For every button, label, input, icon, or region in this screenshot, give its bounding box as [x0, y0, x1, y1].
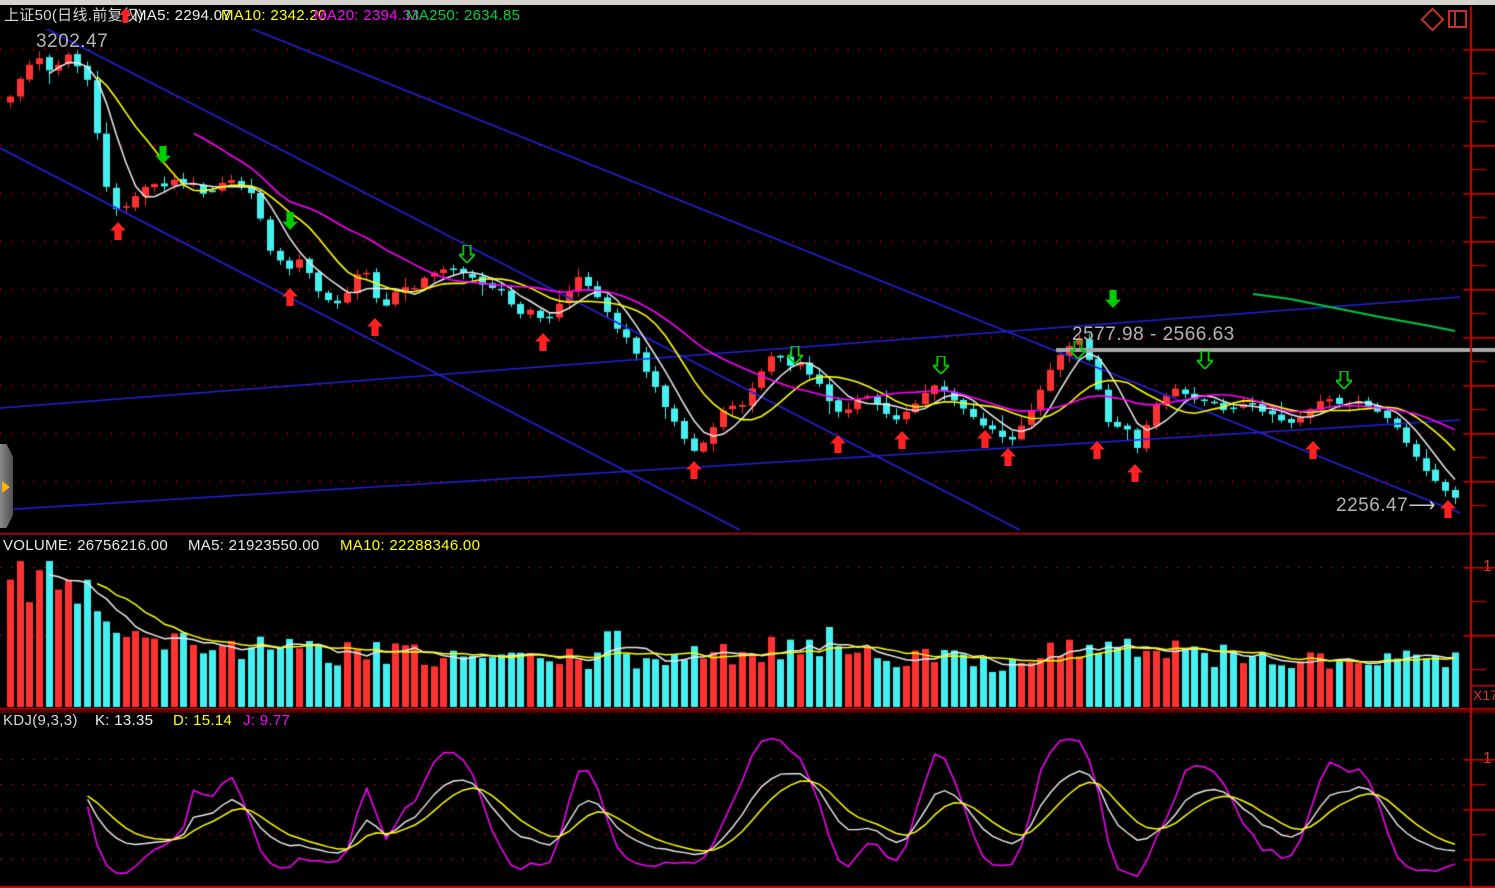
ma5-value-label: MA5: 2294.07 [134, 7, 231, 25]
gap-zone-label: 2577.98 - 2566.63 [1072, 324, 1235, 346]
buy-signal-icon [535, 333, 551, 351]
split-window-icon[interactable] [1448, 10, 1467, 28]
ma250-value-label: MA250: 2634.85 [406, 7, 520, 25]
up-trend-arrow-icon [119, 8, 132, 23]
period-high-label: 3202.47 [36, 31, 108, 53]
window-titlebar-strip [0, 0, 1495, 5]
buy-signal-icon [830, 435, 846, 453]
buy-signal-icon [977, 430, 993, 448]
buy-signal-icon [894, 431, 910, 449]
last-price-arrow: ⟶ [1408, 495, 1436, 516]
split-window-icon-divider [1454, 12, 1456, 26]
buy-signal-icon [1089, 441, 1105, 459]
trading-app-window: 上证50(日线.前复权) MA5: 2294.07 MA10: 2342.20 … [0, 0, 1495, 888]
volume-value-label: VOLUME: 26756216.00 [3, 537, 168, 555]
ma20-value-label: MA20: 2394.33 [314, 7, 420, 25]
kdj-indicator-label: KDJ(9,3,3) [3, 712, 78, 730]
kdj-j-label: J: 9.77 [243, 712, 290, 730]
volume-ma10-label: MA10: 22288346.00 [340, 537, 480, 555]
volume-multiplier-label: X17 [1473, 687, 1495, 703]
sell-signal-hollow-icon [1070, 341, 1086, 359]
buy-signal-icon [1305, 441, 1321, 459]
last-price-value: 2256.47 [1336, 495, 1408, 516]
sell-signal-icon [1105, 290, 1121, 308]
buy-signal-icon [686, 461, 702, 479]
kdj-d-label: D: 15.14 [173, 712, 232, 730]
volume-axis-label: 1 [1483, 558, 1492, 576]
sell-signal-hollow-icon [787, 346, 803, 364]
kdj-k-label: K: 13.35 [95, 712, 153, 730]
sell-signal-hollow-icon [933, 356, 949, 374]
sell-signal-hollow-icon [1197, 351, 1213, 369]
sell-signal-hollow-icon [1336, 371, 1352, 389]
buy-signal-icon [367, 318, 383, 336]
sell-signal-icon [155, 146, 171, 164]
main-chart-canvas[interactable] [0, 0, 1495, 888]
ma10-value-label: MA10: 2342.20 [221, 7, 327, 25]
buy-signal-icon [1440, 500, 1456, 518]
sell-signal-hollow-icon [459, 245, 475, 263]
volume-ma5-label: MA5: 21923550.00 [188, 537, 320, 555]
buy-signal-icon [1127, 464, 1143, 482]
last-price-label: 2256.47⟶ [1336, 494, 1436, 517]
collapse-panel-arrow-icon[interactable] [2, 481, 10, 493]
buy-signal-icon [110, 222, 126, 240]
buy-signal-icon [1000, 448, 1016, 466]
sell-signal-icon [282, 212, 298, 230]
kdj-axis-label: 1 [1483, 750, 1492, 768]
buy-signal-icon [282, 288, 298, 306]
